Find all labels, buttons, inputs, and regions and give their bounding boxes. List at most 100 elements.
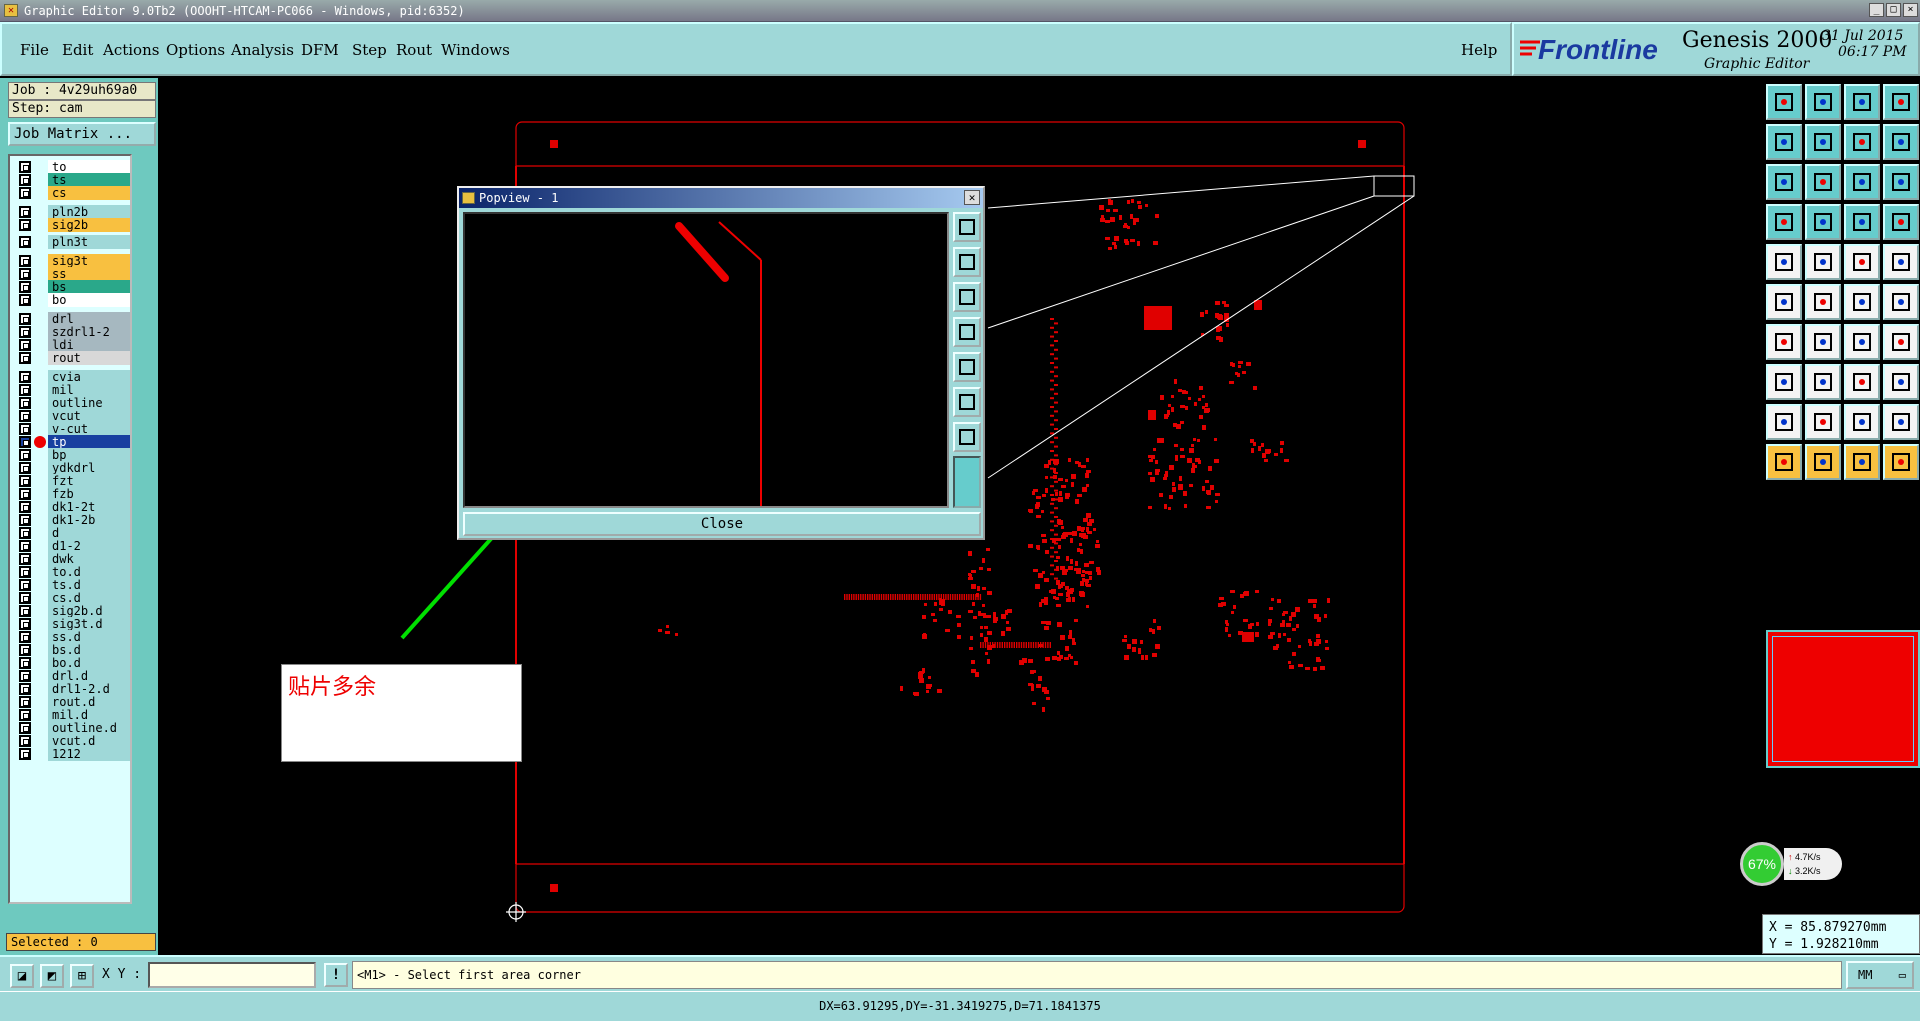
pan-icon[interactable] [1805, 164, 1841, 200]
layer-row[interactable]: ts [14, 173, 132, 187]
layer-checkbox[interactable] [19, 566, 31, 578]
menu-step[interactable]: Step [352, 41, 387, 59]
split-h-icon[interactable] [1883, 324, 1919, 360]
layer-checkbox[interactable] [19, 618, 31, 630]
prev-icon[interactable] [1766, 124, 1802, 160]
layer-checkbox[interactable] [19, 527, 31, 539]
layer-row[interactable]: bo.d [14, 656, 132, 670]
layer-checkbox[interactable] [19, 683, 31, 695]
layer-checkbox[interactable] [19, 488, 31, 500]
layer-checkbox[interactable] [19, 449, 31, 461]
layer-checkbox[interactable] [19, 553, 31, 565]
close-window-button[interactable]: × [1903, 3, 1918, 17]
layer-checkbox[interactable] [19, 352, 31, 364]
layer-checkbox[interactable] [19, 268, 31, 280]
layer-checkbox[interactable] [19, 722, 31, 734]
connect-icon[interactable] [1844, 284, 1880, 320]
layer-row[interactable]: tp [14, 435, 132, 449]
layer-checkbox[interactable] [19, 187, 31, 199]
layer-row[interactable]: szdrl1-2 [14, 325, 132, 339]
menu-options[interactable]: Options [166, 41, 225, 59]
layer-checkbox[interactable] [19, 236, 31, 248]
layer-row[interactable]: bp [14, 448, 132, 462]
layer-up-icon[interactable] [1844, 204, 1880, 240]
layer-checkbox[interactable] [19, 592, 31, 604]
layer-row[interactable]: pln2b [14, 205, 132, 219]
undo-icon[interactable] [1844, 324, 1880, 360]
layer-row[interactable]: to [14, 160, 132, 174]
layer-row[interactable]: bs.d [14, 643, 132, 657]
layer-row[interactable]: mil [14, 383, 132, 397]
layer-row[interactable]: d1-2 [14, 539, 132, 553]
layer-row[interactable]: rout.d [14, 695, 132, 709]
layer-row[interactable]: 1212 [14, 747, 132, 761]
triangle2-icon[interactable] [1805, 404, 1841, 440]
layer-row[interactable]: sig2b.d [14, 604, 132, 618]
layer-checkbox[interactable] [19, 462, 31, 474]
layer-checkbox[interactable] [19, 540, 31, 552]
layer-row[interactable]: mil.d [14, 708, 132, 722]
measure-mode-icon[interactable]: ◩ [40, 964, 64, 988]
layer-row[interactable]: drl1-2.d [14, 682, 132, 696]
pop-right-icon[interactable] [953, 352, 981, 382]
pop-left-icon[interactable] [953, 317, 981, 347]
layer-row[interactable]: rout [14, 351, 132, 365]
layer-row[interactable]: outline [14, 396, 132, 410]
layer-row[interactable]: sig3t.d [14, 617, 132, 631]
info-icon[interactable]: ! [324, 963, 348, 987]
layer-checkbox[interactable] [19, 631, 31, 643]
layer-row[interactable]: sig2b [14, 218, 132, 232]
trace-icon[interactable] [1805, 364, 1841, 400]
pad-icon[interactable] [1883, 244, 1919, 280]
endpoint-icon[interactable] [1883, 284, 1919, 320]
pop-save-icon[interactable] [953, 212, 981, 242]
menu-actions[interactable]: Actions [103, 41, 159, 59]
xy-input[interactable] [148, 962, 316, 988]
layer-checkbox[interactable] [19, 657, 31, 669]
layer-checkbox[interactable] [19, 423, 31, 435]
pad-add-icon[interactable] [1766, 364, 1802, 400]
popview-close-button[interactable]: Close [463, 512, 981, 536]
overview-thumbnail[interactable] [1766, 630, 1920, 768]
fit-icon[interactable] [1766, 164, 1802, 200]
help-icon[interactable] [1883, 164, 1919, 200]
layer-row[interactable]: d [14, 526, 132, 540]
pop-zoom-icon[interactable] [953, 422, 981, 452]
layer-checkbox[interactable] [19, 670, 31, 682]
open-step-icon[interactable] [1766, 84, 1802, 120]
measure-icon[interactable] [1844, 364, 1880, 400]
layer-row[interactable]: sig3t [14, 254, 132, 268]
ruler-icon[interactable] [1844, 244, 1880, 280]
layer-row[interactable]: vcut.d [14, 734, 132, 748]
next-icon[interactable] [1805, 124, 1841, 160]
popview-window[interactable]: Popview - 1 ✕ Close [457, 186, 985, 540]
layer-checkbox[interactable] [19, 735, 31, 747]
select-mode-icon[interactable]: ◪ [10, 964, 34, 988]
layer-checkbox[interactable] [19, 313, 31, 325]
menu-edit[interactable]: Edit [62, 41, 93, 59]
pop-down-icon[interactable] [953, 282, 981, 312]
menu-rout[interactable]: Rout [396, 41, 432, 59]
save-icon[interactable] [1805, 84, 1841, 120]
node-icon[interactable] [1766, 284, 1802, 320]
layer-row[interactable]: cvia [14, 370, 132, 384]
layer-checkbox[interactable] [19, 206, 31, 218]
layer-row[interactable]: ts.d [14, 578, 132, 592]
layer-row[interactable]: v-cut [14, 422, 132, 436]
layer-checkbox[interactable] [19, 644, 31, 656]
layout-icon[interactable] [1883, 84, 1919, 120]
popview-viewport[interactable] [463, 212, 949, 508]
arch2-icon[interactable] [1883, 404, 1919, 440]
layer-checkbox[interactable] [19, 501, 31, 513]
layer-row[interactable]: dwk [14, 552, 132, 566]
layer-checkbox[interactable] [19, 436, 31, 448]
job-matrix-button[interactable]: Job Matrix ... [8, 122, 156, 146]
layer-checkbox[interactable] [19, 514, 31, 526]
layer-down-icon[interactable] [1883, 204, 1919, 240]
layer-checkbox[interactable] [19, 605, 31, 617]
layer-checkbox[interactable] [19, 696, 31, 708]
menu-analysis[interactable]: Analysis [231, 41, 294, 59]
layer-checkbox[interactable] [19, 161, 31, 173]
layer-checkbox[interactable] [19, 371, 31, 383]
menu-windows[interactable]: Windows [441, 41, 510, 59]
